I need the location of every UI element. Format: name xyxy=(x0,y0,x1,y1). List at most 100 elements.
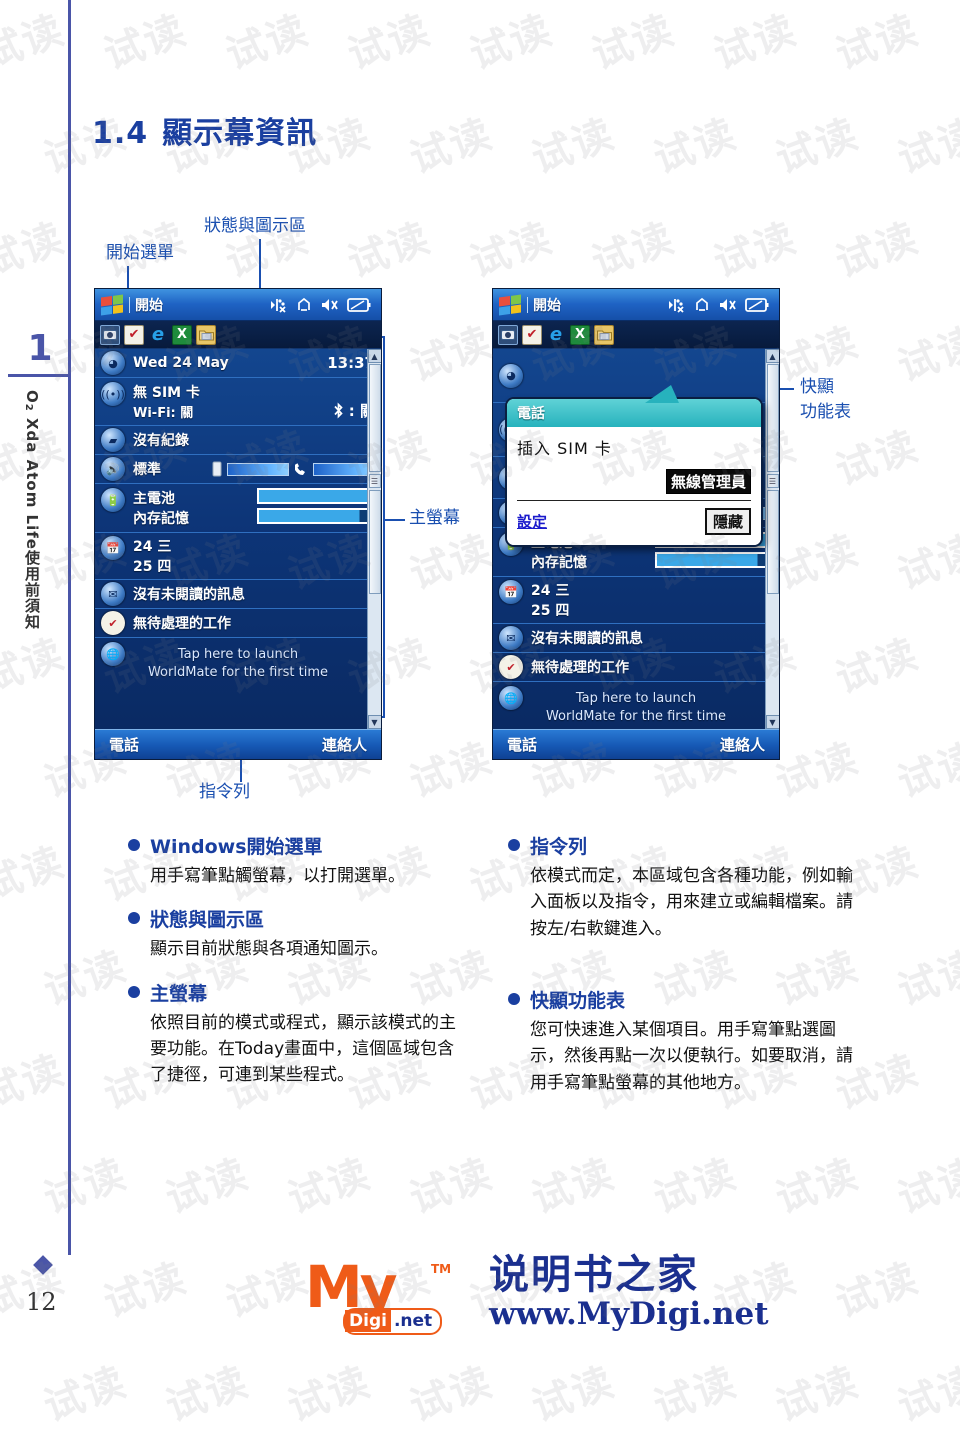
file-explorer-icon[interactable] xyxy=(196,324,216,345)
scroll-thumb-upper[interactable] xyxy=(766,364,779,472)
watermark-text: 试读 xyxy=(770,1150,865,1223)
watermark-text: 试读 xyxy=(892,734,960,807)
wireless-manager-button[interactable]: 無線管理員 xyxy=(665,469,751,494)
volume-mute-icon[interactable] xyxy=(320,296,340,314)
trademark-icon: TM xyxy=(431,1262,452,1276)
today-row-profile[interactable]: 🔊 標準 xyxy=(95,455,381,484)
description-title: 主螢幕 xyxy=(150,982,208,1005)
hide-button[interactable]: 隱藏 xyxy=(704,508,751,535)
worldmate-line1: Tap here to launch xyxy=(575,691,697,706)
calendar-icon: 📅 xyxy=(499,580,523,604)
ring-volume-icon xyxy=(295,463,305,475)
today-row-tasks[interactable]: ✔ 無待處理的工作 xyxy=(493,653,779,682)
start-menu-label[interactable]: 開始 xyxy=(135,295,163,315)
battery-gauge xyxy=(257,488,375,504)
settings-link[interactable]: 設定 xyxy=(517,511,547,532)
watermark-text: 试读 xyxy=(892,1358,960,1431)
ringer-icon[interactable] xyxy=(295,296,313,314)
site-url: www.MyDigi.net xyxy=(489,1296,769,1332)
excel-icon[interactable]: X xyxy=(172,324,192,345)
watermark-text: 试读 xyxy=(404,1150,499,1223)
scroll-up-button[interactable]: ▲ xyxy=(765,349,779,363)
scroll-grip[interactable]: ☰ xyxy=(368,474,381,488)
today-row-battery[interactable]: 🔋 主電池 內存記憶 xyxy=(95,484,381,533)
watermark-text: 试读 xyxy=(708,214,803,287)
scrollbar[interactable]: ▲ ☰ ▼ xyxy=(765,349,779,729)
scroll-grip[interactable]: ☰ xyxy=(766,474,779,488)
scroll-up-button[interactable]: ▲ xyxy=(367,349,381,363)
watermark-text: 试读 xyxy=(38,942,133,1015)
system-volume-bar[interactable] xyxy=(227,462,289,476)
worldmate-line2: WorldMate for the first time xyxy=(545,708,727,724)
net-text: .net xyxy=(393,1311,433,1331)
bullet-dot-icon xyxy=(508,839,520,851)
today-row-calendar[interactable]: 📅 24 三 25 四 xyxy=(493,577,779,624)
ring-volume-bar[interactable] xyxy=(313,462,375,476)
softkey-right[interactable]: 連絡人 xyxy=(720,734,765,755)
watermark-text: 试读 xyxy=(160,1150,255,1223)
volume-mute-icon[interactable] xyxy=(718,296,738,314)
scroll-thumb-upper[interactable] xyxy=(368,364,381,472)
scroll-thumb-lower[interactable] xyxy=(766,490,779,594)
description-body: 用手寫筆點觸螢幕，以打開選單。 xyxy=(150,866,405,886)
today-row-hidden-1[interactable]: ◕ xyxy=(493,349,779,403)
today-row-worldmate[interactable]: 🌐 Tap here to launch WorldMate for the f… xyxy=(493,682,779,729)
watermark-text: 试读 xyxy=(0,1254,71,1327)
camera-icon[interactable] xyxy=(498,324,518,345)
softkey-right[interactable]: 連絡人 xyxy=(322,734,367,755)
internet-explorer-icon[interactable]: e xyxy=(546,324,566,345)
connectivity-off-icon[interactable] xyxy=(666,296,686,314)
tasks-text: 無待處理的工作 xyxy=(531,660,629,676)
today-row-phone[interactable]: ((•)) 無 SIM 卡 Wi-Fi: 關 : 關 xyxy=(95,378,381,426)
softkey-left[interactable]: 電話 xyxy=(507,734,537,755)
annotation-popup-menu-line2: 功能表 xyxy=(800,401,851,422)
today-row-messaging[interactable]: ✉ 沒有未閱讀的訊息 xyxy=(95,580,381,609)
calendar-icon: 📅 xyxy=(101,536,125,560)
watermark-text: 试读 xyxy=(404,110,499,183)
file-explorer-icon[interactable] xyxy=(594,324,614,345)
watermark-text: 试读 xyxy=(526,1358,621,1431)
description-body: 依照目前的模式或程式，顯示該模式的主要功能。在Today畫面中，這個區域包含了捷… xyxy=(150,1012,456,1086)
battery-status-icon: 🔋 xyxy=(101,488,125,512)
battery-icon[interactable] xyxy=(347,297,371,313)
watermark-text: 试读 xyxy=(770,1358,865,1431)
tasks-icon[interactable]: ✔ xyxy=(124,324,144,345)
tasks-text: 無待處理的工作 xyxy=(133,616,231,632)
scroll-track[interactable] xyxy=(369,595,381,715)
watermark-text: 试读 xyxy=(404,1358,499,1431)
site-name-cn: 说明书之家 xyxy=(489,1252,699,1298)
today-row-messaging[interactable]: ✉ 沒有未閱讀的訊息 xyxy=(493,624,779,653)
internet-explorer-icon[interactable]: e xyxy=(148,324,168,345)
popup-divider xyxy=(517,500,751,501)
tasks-icon[interactable]: ✔ xyxy=(522,324,542,345)
messaging-icon: ✉ xyxy=(101,582,125,606)
today-row-tasks[interactable]: ✔ 無待處理的工作 xyxy=(95,609,381,638)
today-row-date[interactable]: ◕ Wed 24 May 13:37 xyxy=(95,349,381,378)
scroll-thumb-lower[interactable] xyxy=(368,490,381,594)
today-icon: ◕ xyxy=(499,363,523,388)
scroll-down-button[interactable]: ▼ xyxy=(367,715,381,729)
camera-icon[interactable] xyxy=(100,324,120,345)
today-row-worldmate[interactable]: 🌐 Tap here to launch WorldMate for the f… xyxy=(95,638,381,687)
today-row-calllog[interactable]: ▰ 沒有紀錄 xyxy=(95,426,381,455)
today-row-calendar[interactable]: 📅 24 三 25 四 xyxy=(95,533,381,580)
windows-flag-icon[interactable] xyxy=(499,293,521,316)
watermark-text: 试读 xyxy=(160,1358,255,1431)
softkey-left[interactable]: 電話 xyxy=(109,734,139,755)
battery-icon[interactable] xyxy=(745,297,769,313)
profile-level-bars xyxy=(211,461,375,477)
ringer-icon[interactable] xyxy=(693,296,711,314)
connectivity-off-icon[interactable] xyxy=(268,296,288,314)
scroll-down-button[interactable]: ▼ xyxy=(765,715,779,729)
start-menu-label[interactable]: 開始 xyxy=(533,295,561,315)
page-title-number: 1.4 xyxy=(92,116,149,151)
watermark-text: 试读 xyxy=(770,734,865,807)
scrollbar[interactable]: ▲ ☰ ▼ xyxy=(367,349,381,729)
page-title-text: 顯示幕資訊 xyxy=(162,116,318,151)
popup-menu[interactable]: 電話 插入 SIM 卡 無線管理員 設定 隱藏 xyxy=(505,397,763,547)
scroll-track[interactable] xyxy=(767,595,779,715)
chapter-number: 1 xyxy=(27,328,53,369)
calendar-day2: 25 四 xyxy=(133,559,172,575)
excel-icon[interactable]: X xyxy=(570,324,590,345)
windows-flag-icon[interactable] xyxy=(101,293,123,316)
